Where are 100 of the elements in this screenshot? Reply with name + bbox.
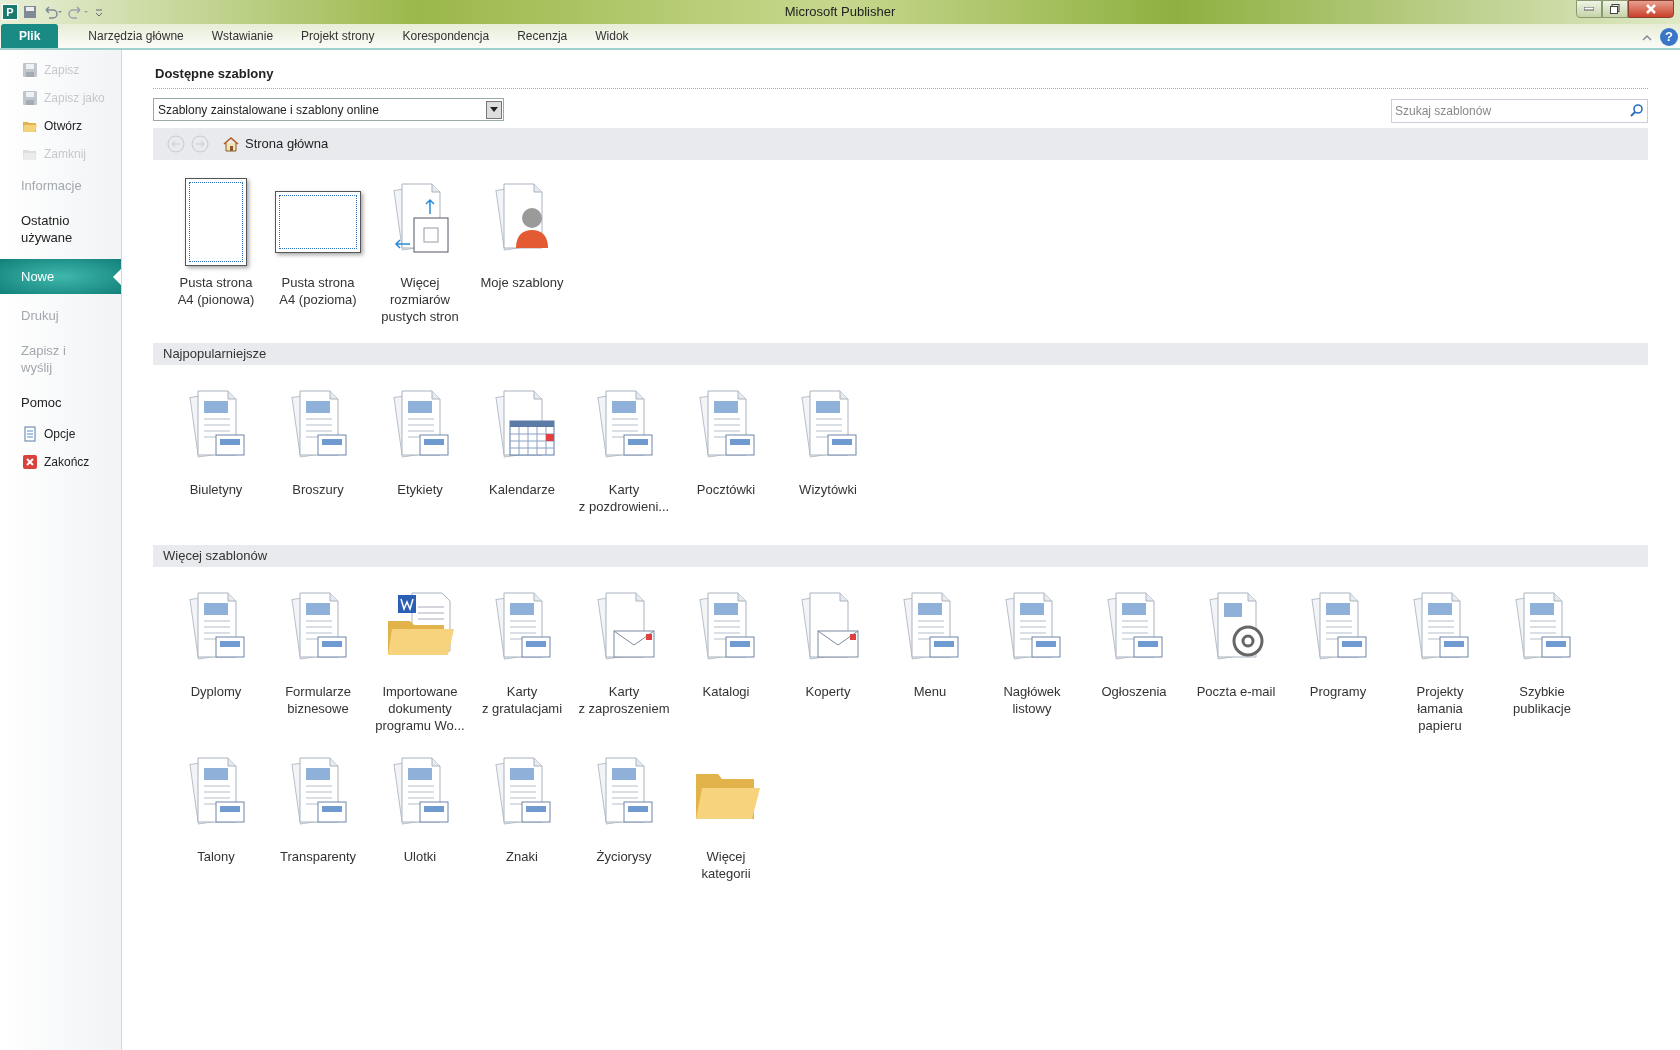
template-tile[interactable]: Etykiety <box>369 380 471 531</box>
close-icon <box>1646 4 1656 14</box>
template-tile[interactable]: Więcej rozmiarów pustych stron <box>369 173 471 329</box>
section-header: Więcej szablonów <box>153 544 1648 567</box>
ribbon-tab[interactable]: Wstawianie <box>197 24 288 48</box>
template-tile[interactable]: Talony <box>165 747 267 886</box>
sidebar-command[interactable]: Opcje <box>0 420 121 448</box>
close-button[interactable] <box>1628 0 1674 18</box>
template-tile[interactable]: Ulotki <box>369 747 471 886</box>
template-label: A4 (pozioma) <box>279 290 357 308</box>
template-label: Więcej <box>400 273 440 291</box>
template-tile[interactable]: Pusta strona A4 (pozioma) <box>267 173 369 329</box>
template-tile[interactable]: Pocztówki <box>675 380 777 531</box>
template-tile[interactable]: Projekty łamania papieru <box>1389 582 1491 738</box>
ribbon-tab[interactable]: Korespondencja <box>388 24 504 48</box>
template-label: Karty <box>506 682 538 700</box>
template-tile[interactable]: Nagłówek listowy <box>981 582 1083 738</box>
template-source-dropdown[interactable]: Szablony zainstalowane i szablony online <box>153 98 504 121</box>
sidebar-command[interactable]: Zakończ <box>0 448 121 476</box>
template-tile[interactable]: Transparenty <box>267 747 369 886</box>
template-label: Ogłoszenia <box>1101 682 1167 700</box>
undo-icon[interactable] <box>42 4 64 20</box>
help-button[interactable]: ? <box>1660 28 1678 46</box>
template-tile[interactable]: Importowane dokumenty programu Wo... <box>369 582 471 738</box>
template-label: Katalogi <box>702 682 750 700</box>
template-label: publikacje <box>1513 699 1571 717</box>
page-heading: Dostępne szablony <box>153 64 1648 89</box>
breadcrumb-link[interactable]: Strona główna <box>245 133 329 154</box>
template-label: rozmiarów <box>390 290 450 308</box>
template-tile[interactable]: Koperty <box>777 582 879 738</box>
template-label: z pozdrowieni... <box>578 497 670 515</box>
template-tile[interactable]: Biuletyny <box>165 380 267 531</box>
template-label: Nagłówek <box>1003 682 1061 700</box>
command-label: Opcje <box>44 426 76 443</box>
template-tile[interactable]: Karty z gratulacjami <box>471 582 573 738</box>
template-label: papieru <box>1418 716 1462 734</box>
template-tile[interactable]: Pusta strona A4 (pionowa) <box>165 173 267 329</box>
template-tile[interactable]: Poczta e-mail <box>1185 582 1287 738</box>
template-label: Karty <box>608 682 640 700</box>
collapse-ribbon-icon[interactable] <box>1642 33 1652 41</box>
redo-icon[interactable] <box>68 4 90 20</box>
template-label: Kalendarze <box>489 480 555 498</box>
search-icon[interactable] <box>1630 102 1644 117</box>
ribbon-tab[interactable]: Projekt strony <box>287 24 389 48</box>
dropdown-value: Szablony zainstalowane i szablony online <box>158 101 380 119</box>
template-tile[interactable]: Ogłoszenia <box>1083 582 1185 738</box>
template-tile[interactable]: Wizytówki <box>777 380 879 531</box>
template-label: Transparenty <box>279 847 357 865</box>
blank-landscape-page-icon <box>275 190 361 253</box>
template-label: łamania <box>1417 699 1463 717</box>
template-label: dokumenty <box>388 699 452 717</box>
selection-notch <box>113 268 121 285</box>
minimize-icon <box>1584 7 1594 11</box>
template-label: Pocztówki <box>696 480 756 498</box>
template-tile[interactable]: Kalendarze <box>471 380 573 531</box>
template-label: programu Wo... <box>375 716 465 734</box>
template-tile[interactable]: Karty z zaproszeniem <box>573 582 675 738</box>
restore-button[interactable] <box>1602 0 1628 18</box>
template-label: Etykiety <box>397 480 443 498</box>
sidebar-tab[interactable]: Ostatnio używane <box>0 203 121 255</box>
ribbon-tab[interactable]: Recenzja <box>503 24 582 48</box>
template-label: Pusta strona <box>281 273 355 291</box>
template-tile[interactable]: Katalogi <box>675 582 777 738</box>
template-tile[interactable]: Szybkie publikacje <box>1491 582 1593 738</box>
template-tile[interactable]: Dyplomy <box>165 582 267 738</box>
template-tile[interactable]: Karty z pozdrowieni... <box>573 380 675 531</box>
section-header: Najpopularniejsze <box>153 342 1648 365</box>
template-label: Programy <box>1309 682 1367 700</box>
template-label: Ulotki <box>403 847 437 865</box>
template-tile[interactable]: Moje szablony <box>471 173 573 329</box>
ribbon-tab[interactable]: Widok <box>581 24 643 48</box>
template-label: Importowane <box>382 682 458 700</box>
search-field[interactable]: Szukaj szablonów <box>1391 98 1648 123</box>
save-icon[interactable] <box>22 4 38 20</box>
close-icon <box>22 454 38 470</box>
template-label: Szybkie <box>1519 682 1565 700</box>
sidebar-tab[interactable]: Pomoc <box>0 385 121 420</box>
template-label: Pusta strona <box>179 273 253 291</box>
template-label: Biuletyny <box>189 480 243 498</box>
ribbon-tab[interactable]: Narzędzia główne <box>74 24 198 48</box>
ribbon-tab[interactable]: Plik <box>1 24 59 48</box>
sidebar-command[interactable]: Otwórz <box>0 112 121 140</box>
template-label: z gratulacjami <box>481 699 563 717</box>
template-tile[interactable]: Menu <box>879 582 981 738</box>
template-tile[interactable]: Broszury <box>267 380 369 531</box>
template-tile[interactable]: Programy <box>1287 582 1389 738</box>
template-label: Koperty <box>805 682 851 700</box>
template-label: Poczta e-mail <box>1196 682 1276 700</box>
template-tile[interactable]: Więcej kategorii <box>675 747 777 886</box>
template-label: Karty <box>608 480 640 498</box>
template-tile[interactable]: Formularze biznesowe <box>267 582 369 738</box>
template-label: pustych stron <box>381 307 459 325</box>
template-tile[interactable]: Życiorysy <box>573 747 675 886</box>
window-title: Microsoft Publisher <box>784 3 896 22</box>
template-label: listowy <box>1012 699 1052 717</box>
home-icon <box>223 135 239 152</box>
template-label: Dyplomy <box>190 682 242 700</box>
template-label: Formularze <box>285 682 351 700</box>
template-tile[interactable]: Znaki <box>471 747 573 886</box>
template-label: z zaproszeniem <box>578 699 670 717</box>
